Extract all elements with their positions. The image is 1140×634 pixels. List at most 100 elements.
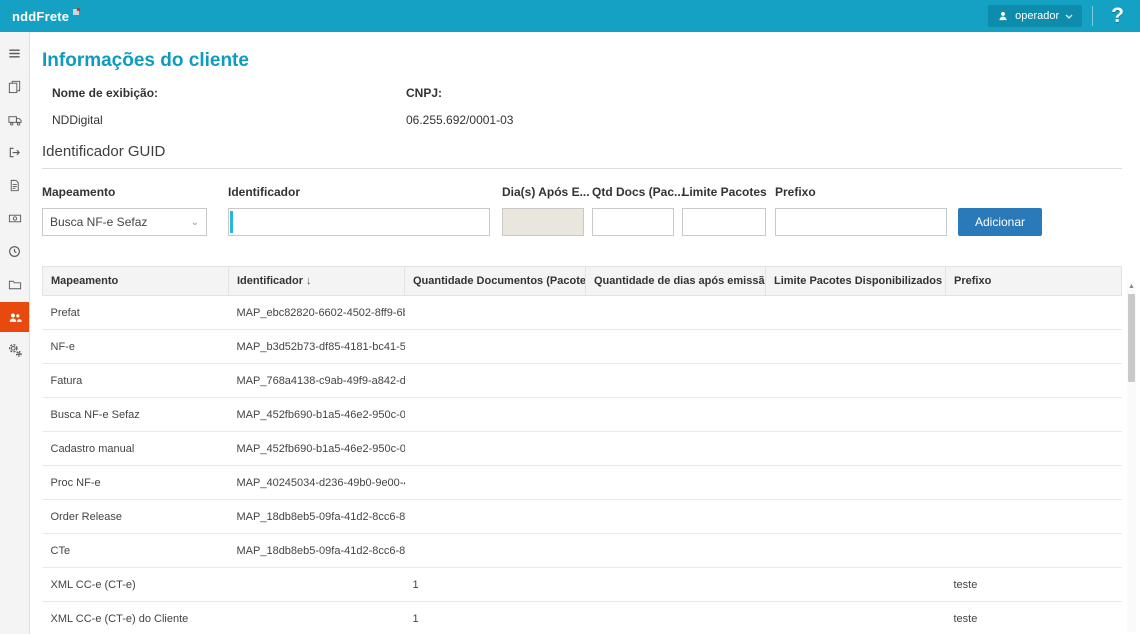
sidebar-item-transport[interactable] [0, 104, 29, 134]
table-cell [586, 602, 766, 634]
table-row[interactable]: Order ReleaseMAP_18db8eb5-09fa-41d2-8cc6… [43, 500, 1122, 534]
table-cell [946, 500, 1122, 534]
table-cell: NF-e [43, 330, 229, 364]
table-cell: MAP_18db8eb5-09fa-41d2-8cc6-83db... [229, 534, 405, 568]
column-header[interactable]: Limite Pacotes Disponibilizados [766, 267, 946, 296]
topbar-divider [1092, 6, 1093, 26]
table-cell [586, 534, 766, 568]
table-cell: Prefat [43, 296, 229, 330]
prefixo-label: Prefixo [775, 185, 947, 199]
table-cell: MAP_ebc82820-6602-4502-8ff9-6b2da... [229, 296, 405, 330]
table-row[interactable]: Proc NF-eMAP_40245034-d236-49b0-9e00-46e… [43, 466, 1122, 500]
top-bar: nddFrete operador ? [0, 0, 1140, 32]
table-cell [586, 500, 766, 534]
column-header[interactable]: Mapeamento [43, 267, 229, 296]
sidebar-item-settings[interactable] [0, 335, 29, 365]
table-cell [766, 466, 946, 500]
table-cell [405, 500, 586, 534]
table-cell [766, 602, 946, 634]
sidebar-item-files[interactable] [0, 269, 29, 299]
user-icon [997, 10, 1009, 22]
table-cell: MAP_768a4138-c9ab-49f9-a842-db40... [229, 364, 405, 398]
sidebar-item-clients[interactable] [0, 302, 29, 332]
table-cell [586, 398, 766, 432]
table-header-row: MapeamentoIdentificador↓Quantidade Docum… [43, 267, 1122, 296]
table-row[interactable]: FaturaMAP_768a4138-c9ab-49f9-a842-db40..… [43, 364, 1122, 398]
table-row[interactable]: XML CC-e (CT-e)1teste [43, 568, 1122, 602]
chevron-down-icon [1065, 14, 1073, 19]
guid-table-wrap: MapeamentoIdentificador↓Quantidade Docum… [42, 266, 1122, 634]
table-cell: Cadastro manual [43, 432, 229, 466]
sidebar-item-documents[interactable] [0, 71, 29, 101]
table-cell: XML CC-e (CT-e) [43, 568, 229, 602]
sidebar-item-billing[interactable] [0, 203, 29, 233]
column-header[interactable]: Prefixo [946, 267, 1122, 296]
help-button[interactable]: ? [1103, 0, 1132, 32]
text-cursor [230, 211, 233, 233]
app-logo: nddFrete [12, 9, 79, 24]
table-cell [586, 330, 766, 364]
guid-section-title: Identificador GUID [42, 143, 1122, 160]
menu-icon [7, 46, 22, 61]
documents-copy-icon [7, 79, 22, 94]
sidebar-item-history[interactable] [0, 236, 29, 266]
identificador-input[interactable] [228, 208, 490, 236]
sidebar-item-export[interactable] [0, 137, 29, 167]
truck-icon [7, 112, 23, 127]
table-scrollbar[interactable]: ▲ [1127, 282, 1136, 632]
table-cell [586, 568, 766, 602]
mapeamento-label: Mapeamento [42, 185, 207, 199]
table-cell: MAP_452fb690-b1a5-46e2-950c-02b2... [229, 432, 405, 466]
display-name-field: Nome de exibição: NDDigital [52, 86, 406, 127]
qtd-docs-label: Qtd Docs (Pac... [592, 185, 674, 199]
table-body: PrefatMAP_ebc82820-6602-4502-8ff9-6b2da.… [43, 296, 1122, 634]
table-cell [946, 432, 1122, 466]
column-header[interactable]: Quantidade Documentos (Pacote) [405, 267, 586, 296]
table-cell [586, 364, 766, 398]
table-cell [405, 296, 586, 330]
table-cell [946, 466, 1122, 500]
display-name-value: NDDigital [52, 113, 406, 127]
table-cell [405, 534, 586, 568]
table-cell [766, 500, 946, 534]
mapeamento-select[interactable]: Busca NF-e Sefaz ⌄ [42, 208, 207, 236]
prefixo-input[interactable] [775, 208, 947, 236]
user-menu-label: operador [1015, 10, 1059, 22]
table-row[interactable]: NF-eMAP_b3d52b73-df85-4181-bc41-5527... [43, 330, 1122, 364]
sidebar-item-menu[interactable] [0, 38, 29, 68]
limite-pacotes-input[interactable] [682, 208, 766, 236]
table-cell [946, 330, 1122, 364]
mapeamento-selected-value: Busca NF-e Sefaz [50, 215, 147, 229]
table-cell [229, 568, 405, 602]
table-cell: MAP_40245034-d236-49b0-9e00-46e9... [229, 466, 405, 500]
table-cell [405, 330, 586, 364]
table-row[interactable]: CTeMAP_18db8eb5-09fa-41d2-8cc6-83db... [43, 534, 1122, 568]
table-cell [405, 398, 586, 432]
limite-pacotes-label: Limite Pacotes [682, 185, 766, 199]
table-cell [766, 364, 946, 398]
table-row[interactable]: Cadastro manualMAP_452fb690-b1a5-46e2-95… [43, 432, 1122, 466]
column-header[interactable]: Identificador↓ [229, 267, 405, 296]
user-menu-button[interactable]: operador [988, 5, 1082, 27]
table-row[interactable]: Busca NF-e SefazMAP_452fb690-b1a5-46e2-9… [43, 398, 1122, 432]
table-cell [405, 364, 586, 398]
column-header[interactable]: Quantidade de dias após emissão [586, 267, 766, 296]
table-cell [946, 398, 1122, 432]
table-cell: 1 [405, 602, 586, 634]
sidebar [0, 32, 30, 634]
scrollbar-thumb[interactable] [1128, 294, 1135, 382]
cnpj-field: CNPJ: 06.255.692/0001-03 [406, 86, 760, 127]
table-row[interactable]: XML CC-e (CT-e) do Cliente1teste [43, 602, 1122, 634]
table-row[interactable]: PrefatMAP_ebc82820-6602-4502-8ff9-6b2da.… [43, 296, 1122, 330]
sidebar-item-reports[interactable] [0, 170, 29, 200]
table-cell: MAP_b3d52b73-df85-4181-bc41-5527... [229, 330, 405, 364]
dias-apos-emissao-input [502, 208, 584, 236]
table-cell [766, 330, 946, 364]
scroll-up-icon[interactable]: ▲ [1127, 282, 1136, 292]
adicionar-button[interactable]: Adicionar [958, 208, 1042, 236]
table-cell: CTe [43, 534, 229, 568]
table-cell: MAP_452fb690-b1a5-46e2-950c-02b2... [229, 398, 405, 432]
qtd-docs-input[interactable] [592, 208, 674, 236]
logo-cube-icon [73, 9, 79, 15]
billing-icon [7, 211, 23, 226]
